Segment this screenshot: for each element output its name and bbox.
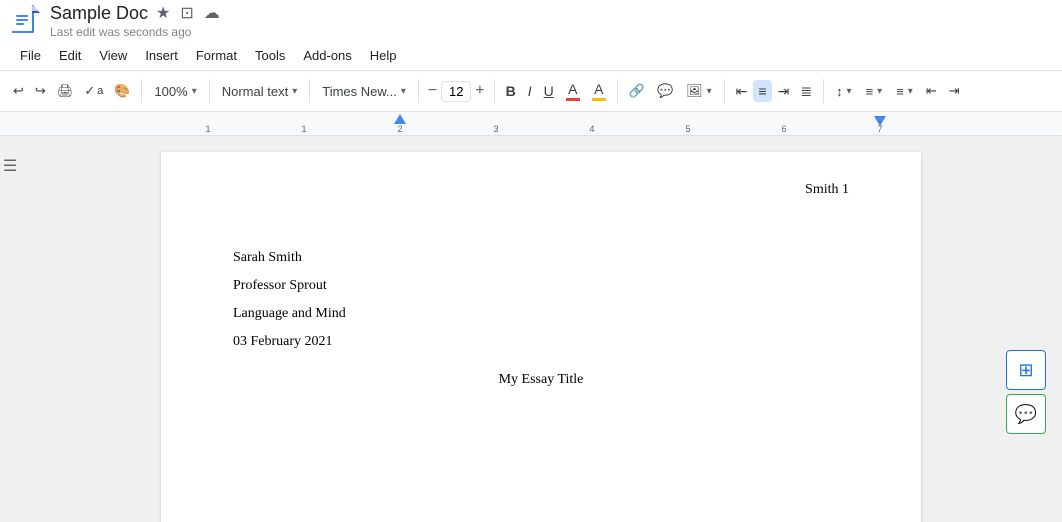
highlight-color-button[interactable]: A <box>587 78 611 104</box>
svg-text:1: 1 <box>205 124 210 134</box>
menu-addons[interactable]: Add-ons <box>295 44 359 67</box>
align-center-button[interactable]: ≡ <box>753 80 771 102</box>
add-table-icon: ⊞ <box>1018 360 1033 381</box>
svg-text:1: 1 <box>301 124 306 134</box>
align-group: ⇤ ≡ ⇥ ≣ <box>731 80 817 103</box>
increase-indent-button[interactable]: ⇥ <box>944 80 965 102</box>
course-line: Language and Mind <box>233 300 849 328</box>
add-comment-icon: 💬 <box>1015 404 1037 425</box>
essay-title: My Essay Title <box>233 366 849 394</box>
document-page: Smith 1 Sarah Smith Professor Sprout Lan… <box>161 152 921 522</box>
decrease-font-button[interactable]: − <box>425 82 440 100</box>
sep1 <box>141 79 142 103</box>
bullet-list-button[interactable]: ≡ ▾ <box>890 81 919 102</box>
essay-title-text: My Essay Title <box>499 372 584 387</box>
align-left-button[interactable]: ⇤ <box>731 80 753 103</box>
svg-text:2: 2 <box>397 124 402 134</box>
menu-tools[interactable]: Tools <box>247 44 293 67</box>
sep8 <box>823 79 824 103</box>
doc-scroll-area[interactable]: Smith 1 Sarah Smith Professor Sprout Lan… <box>20 136 1062 522</box>
zoom-chevron: ▾ <box>192 86 197 97</box>
menu-edit[interactable]: Edit <box>51 44 89 67</box>
last-edit-text: Last edit was seconds ago <box>50 25 222 39</box>
sep6 <box>617 79 618 103</box>
print-button[interactable]: 🖨 <box>52 80 79 102</box>
menu-view[interactable]: View <box>91 44 135 67</box>
highlight-label: A <box>594 81 603 97</box>
title-bar: Sample Doc ★ ⊡ ☁ Last edit was seconds a… <box>0 0 1062 40</box>
menu-bar: File Edit View Insert Format Tools Add-o… <box>0 40 1062 70</box>
zoom-value: 100% <box>154 84 187 99</box>
highlight-color-indicator: A <box>592 81 606 101</box>
undo-button[interactable]: ↩ <box>8 80 29 102</box>
text-color-bar <box>566 98 580 101</box>
menu-help[interactable]: Help <box>362 44 405 67</box>
style-chevron: ▾ <box>292 86 297 97</box>
highlight-color-bar <box>592 98 606 101</box>
increase-font-button[interactable]: + <box>472 82 487 100</box>
doc-area: ☰ Smith 1 Sarah Smith Professor Sprout L… <box>0 136 1062 522</box>
left-panel: ☰ <box>0 136 20 522</box>
decrease-indent-button[interactable]: ⇤ <box>921 80 942 102</box>
toolbar: ↩ ↪ 🖨 ✓a 🎨 100% ▾ Normal text ▾ Times Ne… <box>0 70 1062 112</box>
text-color-indicator: A <box>566 81 580 101</box>
gdoc-icon <box>12 5 42 35</box>
align-justify-button[interactable]: ≣ <box>795 80 817 103</box>
ruler-svg: 1 1 2 3 4 5 6 7 <box>0 112 1062 136</box>
svg-text:4: 4 <box>589 124 594 134</box>
style-value: Normal text <box>222 84 288 99</box>
bold-button[interactable]: B <box>501 80 521 102</box>
link-button[interactable]: 🔗 <box>624 80 650 102</box>
sep3 <box>309 79 310 103</box>
spellcheck-button[interactable]: ✓a <box>79 80 108 102</box>
zoom-dropdown[interactable]: 100% ▾ <box>148 81 202 102</box>
paint-format-button[interactable]: 🎨 <box>109 80 135 102</box>
comment-button[interactable]: 💬 <box>652 80 678 102</box>
page-header-right: Smith 1 <box>805 176 849 204</box>
star-icon[interactable]: ★ <box>154 1 172 25</box>
sep2 <box>209 79 210 103</box>
style-dropdown[interactable]: Normal text ▾ <box>216 81 304 102</box>
line-spacing-button[interactable]: ↕ ▾ <box>830 81 858 102</box>
add-table-button[interactable]: ⊞ <box>1006 350 1046 390</box>
doc-content: Sarah Smith Professor Sprout Language an… <box>233 244 849 356</box>
italic-button[interactable]: I <box>523 80 537 102</box>
sep4 <box>418 79 419 103</box>
menu-format[interactable]: Format <box>188 44 245 67</box>
outline-icon[interactable]: ☰ <box>3 156 17 176</box>
svg-text:5: 5 <box>685 124 690 134</box>
underline-button[interactable]: U <box>539 80 559 102</box>
menu-insert[interactable]: Insert <box>137 44 186 67</box>
add-comment-button[interactable]: 💬 <box>1006 394 1046 434</box>
title-info: Sample Doc ★ ⊡ ☁ Last edit was seconds a… <box>50 1 222 39</box>
image-button[interactable]: 🖼 ▾ <box>680 80 718 102</box>
text-color-label: A <box>568 81 577 97</box>
header-right-text: Smith 1 <box>805 182 849 197</box>
font-value: Times New... <box>322 84 397 99</box>
font-size-input[interactable] <box>441 81 471 102</box>
sep5 <box>494 79 495 103</box>
font-dropdown[interactable]: Times New... ▾ <box>316 81 412 102</box>
menu-file[interactable]: File <box>12 44 49 67</box>
svg-text:3: 3 <box>493 124 498 134</box>
date-line: 03 February 2021 <box>233 328 849 356</box>
align-right-button[interactable]: ⇥ <box>773 80 795 103</box>
history-group: ↩ ↪ 🖨 ✓a 🎨 <box>8 80 135 102</box>
cloud-icon[interactable]: ☁ <box>202 1 222 25</box>
ruler: 1 1 2 3 4 5 6 7 <box>0 112 1062 136</box>
right-actions: ⊞ 💬 <box>1006 350 1046 434</box>
professor-line: Professor Sprout <box>233 272 849 300</box>
doc-title: Sample Doc <box>50 3 148 24</box>
svg-text:6: 6 <box>781 124 786 134</box>
text-color-button[interactable]: A <box>561 78 585 104</box>
redo-button[interactable]: ↪ <box>30 80 51 102</box>
numbered-list-button[interactable]: ≡ ▾ <box>860 81 889 102</box>
font-size-ctrl: − + <box>425 81 488 102</box>
font-chevron: ▾ <box>401 86 406 97</box>
author-name-line: Sarah Smith <box>233 244 849 272</box>
sep7 <box>724 79 725 103</box>
folder-icon[interactable]: ⊡ <box>178 1 195 25</box>
